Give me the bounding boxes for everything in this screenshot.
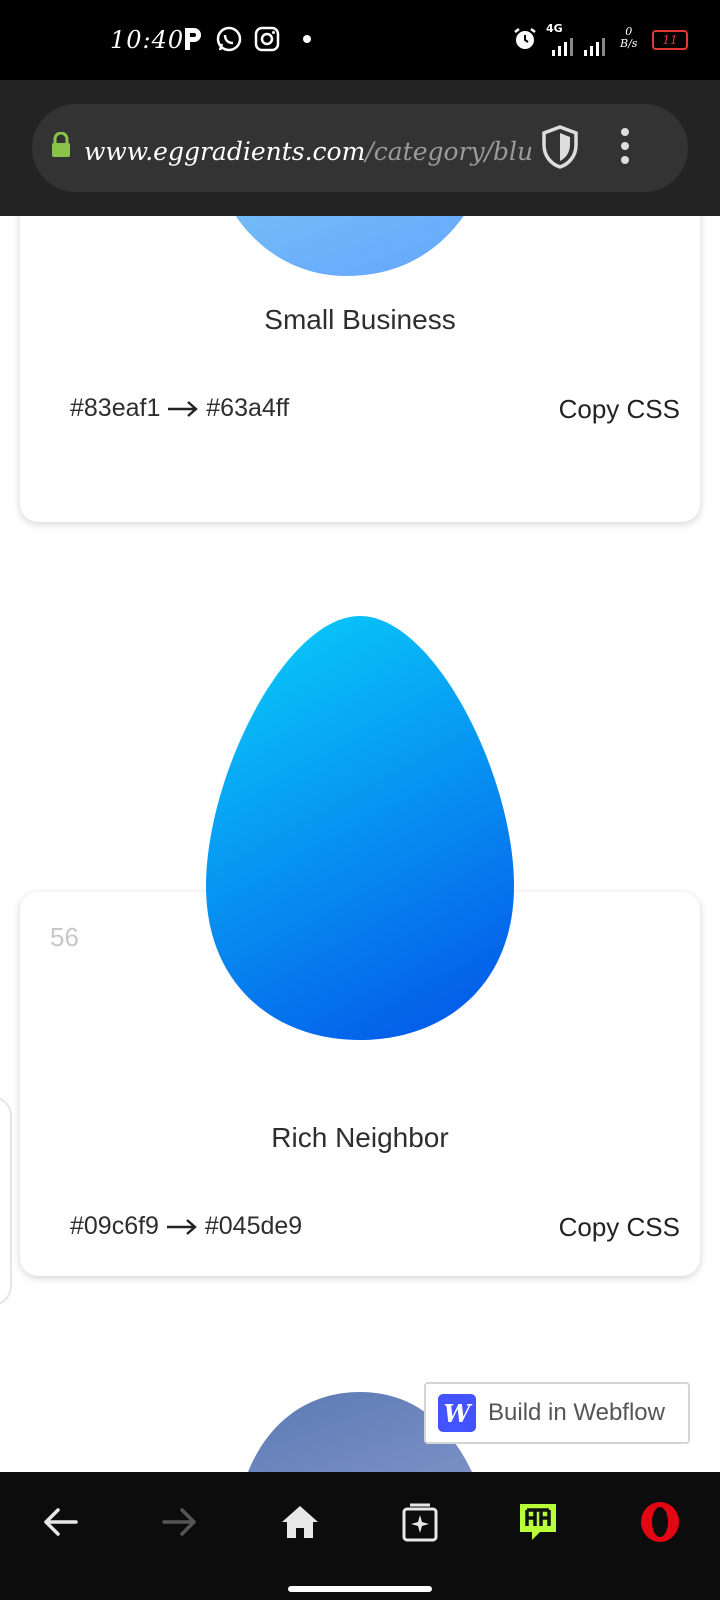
browser-bottom-nav bbox=[0, 1472, 720, 1600]
arrow-right-icon bbox=[166, 1212, 198, 1240]
egg-gradient-small-business bbox=[235, 216, 464, 276]
copy-css-button[interactable]: Copy CSS bbox=[559, 394, 680, 425]
url-path: /category/blue-g bbox=[365, 137, 534, 166]
opera-icon[interactable] bbox=[628, 1490, 692, 1554]
gradient-colors[interactable]: #09c6f9 #045de9 bbox=[70, 1212, 302, 1241]
url-text[interactable]: www.eggradients.com/category/blue-g bbox=[84, 130, 534, 174]
egg-gradient-rich-neighbor[interactable] bbox=[204, 616, 516, 1040]
gradient-colors[interactable]: #83eaf1 #63a4ff bbox=[70, 394, 289, 423]
status-time: 10:40 bbox=[110, 26, 185, 54]
back-arrow-icon[interactable] bbox=[28, 1490, 92, 1554]
lock-icon bbox=[50, 131, 72, 162]
card-title: Small Business bbox=[264, 304, 456, 335]
card-number: 56 bbox=[50, 922, 79, 952]
side-drawer-handle[interactable] bbox=[0, 1096, 12, 1306]
data-speed: 0 B/s bbox=[620, 25, 638, 50]
build-in-webflow-badge[interactable]: W Build in Webflow bbox=[424, 1382, 690, 1444]
home-icon[interactable] bbox=[268, 1490, 332, 1554]
signal-1-icon bbox=[548, 32, 578, 62]
copy-css-button[interactable]: Copy CSS bbox=[559, 1212, 680, 1243]
url-domain: www.eggradients.com bbox=[84, 137, 366, 166]
card-title: Rich Neighbor bbox=[271, 1122, 449, 1153]
signal-2-icon bbox=[580, 32, 610, 62]
alarm-icon bbox=[510, 24, 540, 54]
tabs-icon[interactable] bbox=[388, 1490, 452, 1554]
arrow-right-icon bbox=[167, 394, 199, 422]
status-bar: 10:40 4G 0 B/s 11 bbox=[0, 0, 720, 80]
shield-icon[interactable] bbox=[540, 124, 580, 174]
whatsapp-icon bbox=[214, 24, 244, 54]
webflow-logo-icon: W bbox=[438, 1394, 476, 1432]
page-content: Small Business #83eaf1 #63a4ff Copy CSS … bbox=[0, 216, 720, 1472]
webflow-badge-label: Build in Webflow bbox=[488, 1399, 665, 1426]
instagram-icon bbox=[252, 24, 282, 54]
battery-icon: 11 bbox=[652, 30, 688, 50]
menu-dots-icon[interactable] bbox=[618, 126, 632, 170]
p-notification-icon bbox=[178, 24, 208, 54]
more-notifications-dot-icon bbox=[292, 24, 322, 54]
gesture-home-indicator[interactable] bbox=[288, 1586, 432, 1592]
hype-icon[interactable] bbox=[506, 1490, 570, 1554]
gradient-card-small-business: Small Business #83eaf1 #63a4ff Copy CSS bbox=[20, 216, 700, 522]
forward-arrow-icon[interactable] bbox=[148, 1490, 212, 1554]
